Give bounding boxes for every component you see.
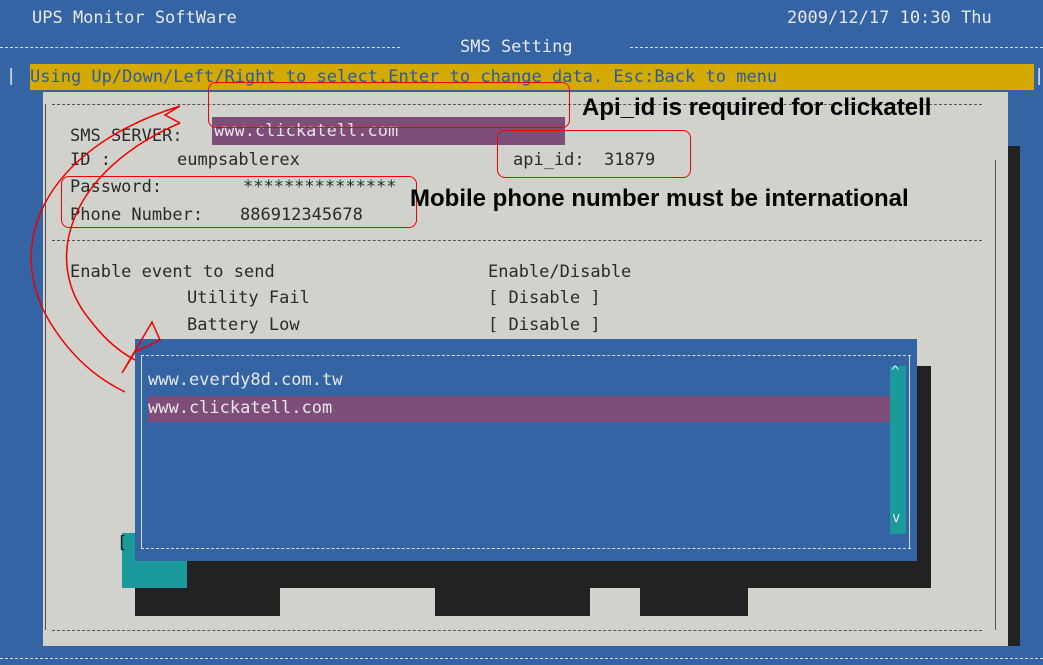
annotation-api-id-note: Api_id is required for clickatell: [582, 94, 932, 121]
annotation-phone-note: Mobile phone number must be internationa…: [410, 185, 909, 212]
